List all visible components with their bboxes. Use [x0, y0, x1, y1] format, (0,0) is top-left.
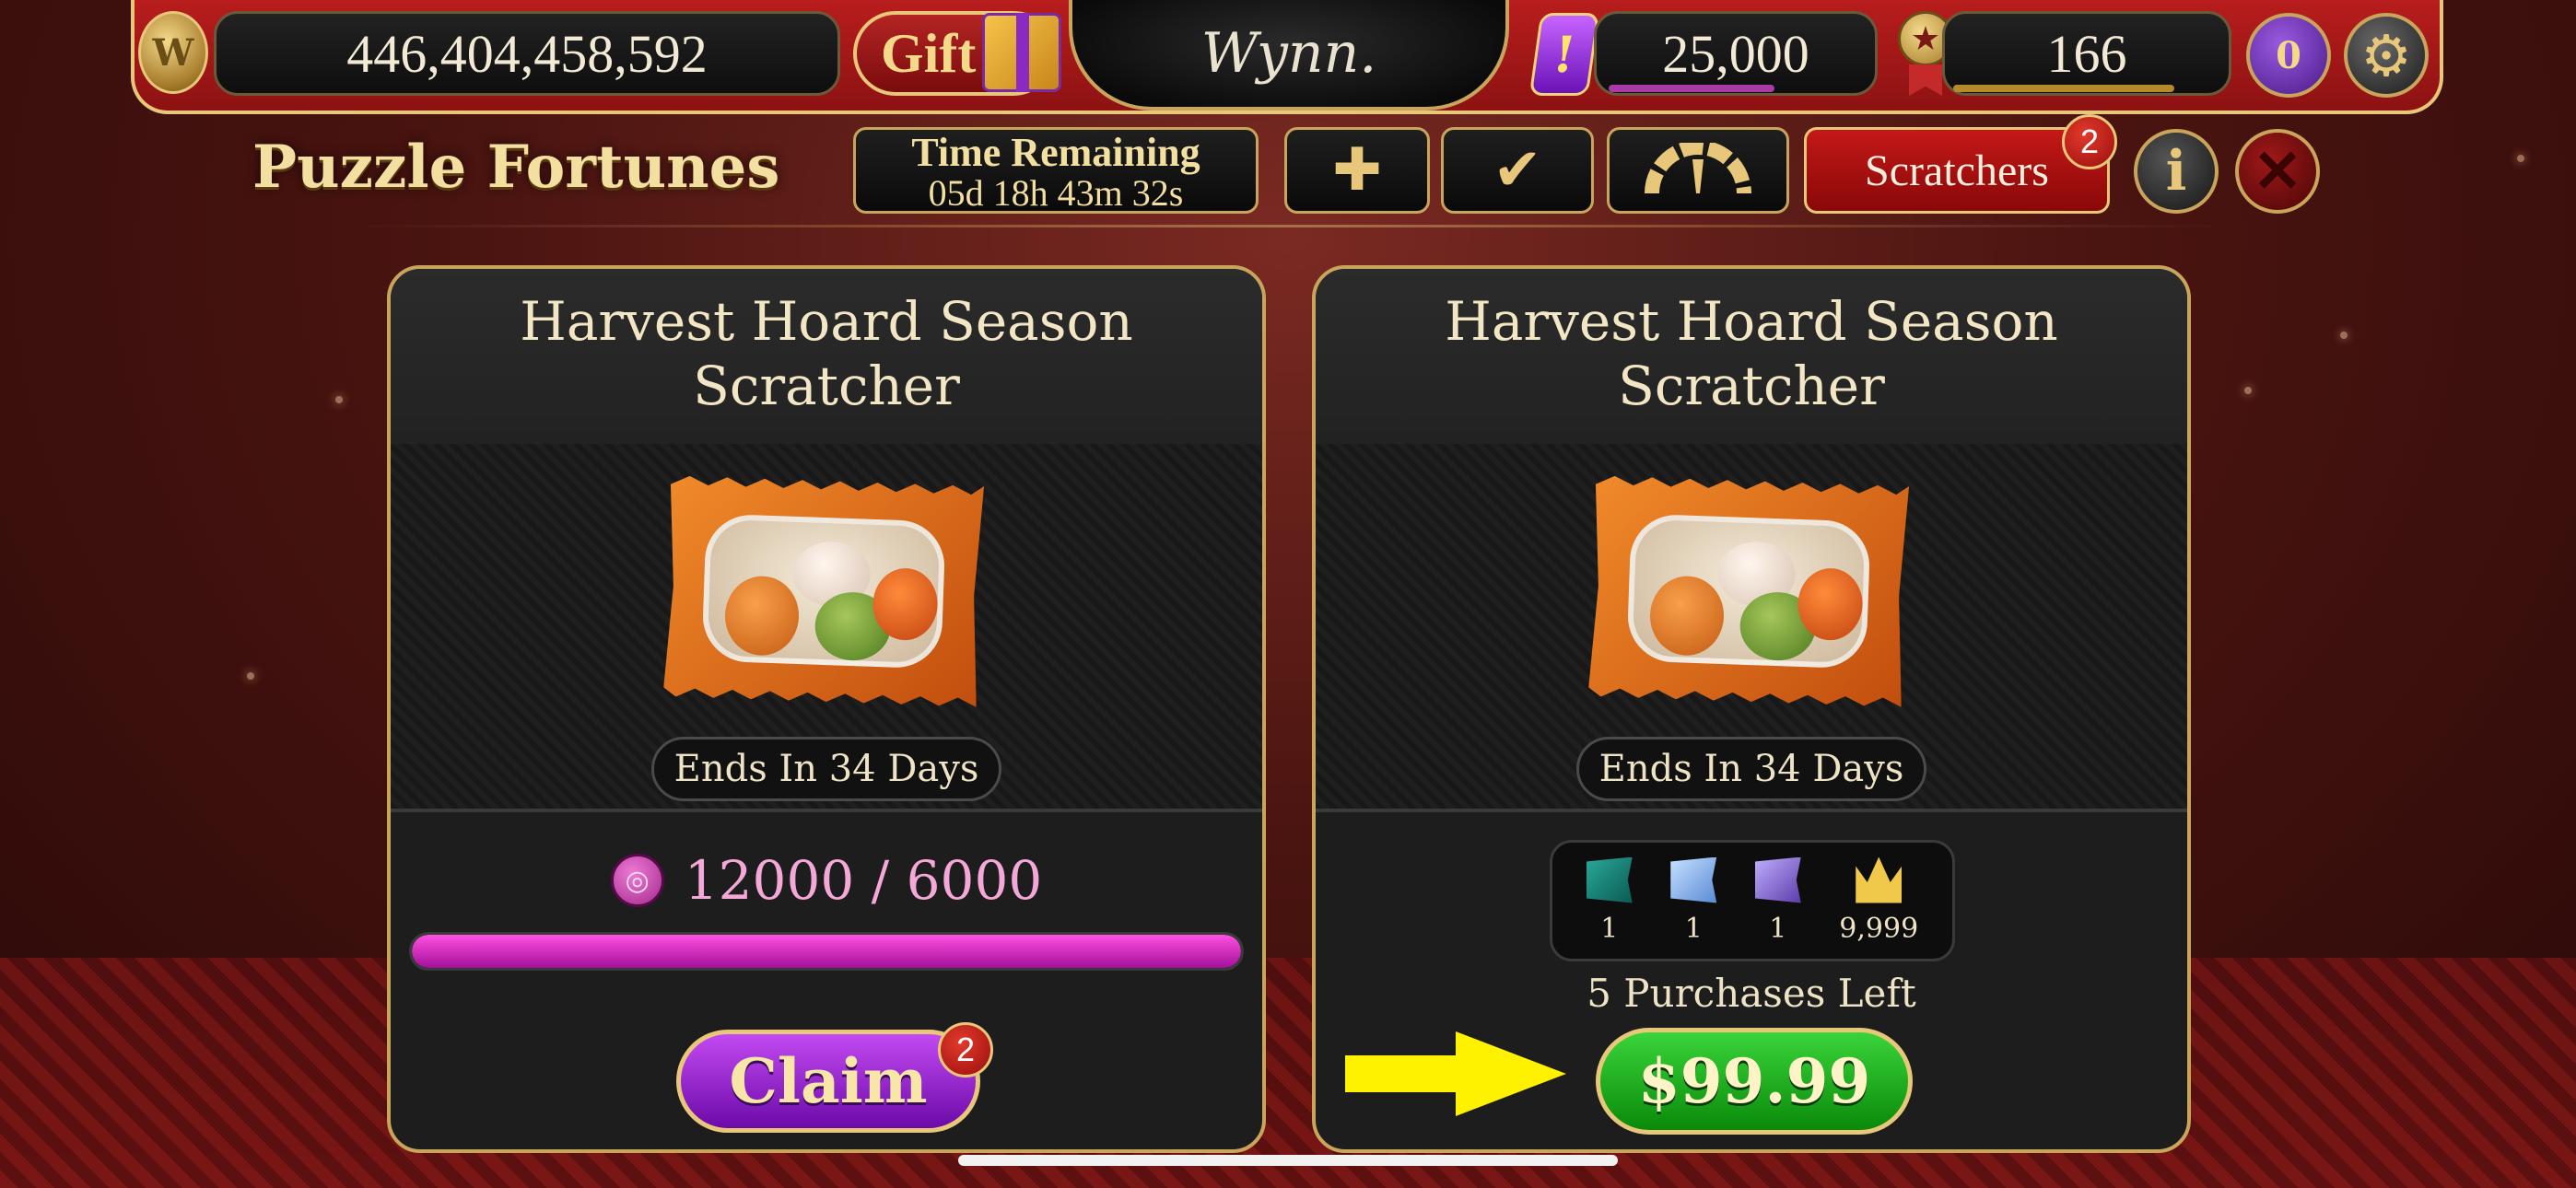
time-remaining-box: Time Remaining 05d 18h 43m 32s: [853, 127, 1259, 214]
page-title: Puzzle Fortunes: [252, 133, 780, 202]
crown-icon: [1856, 856, 1903, 903]
card-image-area: Ends In 34 Days: [391, 444, 1262, 812]
gift-box-icon: [982, 13, 1061, 92]
scratchers-label: Scratchers: [1865, 146, 2049, 195]
gem-progress-bar: [1609, 85, 1774, 92]
wynn-logo: Wynn.: [1069, 0, 1509, 111]
harvest-scratcher-ticket-icon: [1588, 475, 1909, 707]
gift-label: Gift: [881, 22, 977, 84]
coin-balance-value: 446,404,458,592: [346, 23, 708, 84]
reward-count: 9,999: [1839, 912, 1919, 945]
tab-check[interactable]: ✔: [1441, 127, 1594, 214]
reward-item: 1: [1754, 856, 1801, 945]
price-label: $99.99: [1637, 1045, 1871, 1117]
progress-bar-fill: [412, 935, 1241, 968]
sparkle: [2340, 332, 2348, 339]
vip-crown-button[interactable]: 0: [2246, 13, 2331, 98]
reward-count: 1: [1769, 912, 1787, 945]
progress-text: 12000 / 6000: [684, 849, 1043, 912]
progress-bar: [409, 932, 1244, 971]
tab-gauge[interactable]: [1607, 127, 1789, 214]
gem-balance-value: 25,000: [1662, 23, 1809, 84]
level-progress-bar: [1953, 85, 2174, 92]
gear-icon[interactable]: ⚙: [2344, 13, 2429, 98]
tab-puzzle[interactable]: ✚: [1284, 127, 1430, 214]
card-title-line1: Harvest Hoard Season: [520, 290, 1133, 353]
sparkle: [2517, 155, 2524, 162]
header-divider: [350, 225, 2230, 227]
claim-button[interactable]: Claim: [676, 1030, 980, 1133]
reward-count: 1: [1684, 912, 1703, 945]
ends-in-label: Ends In 34 Days: [1576, 737, 1926, 801]
sparkle: [247, 672, 254, 680]
info-icon[interactable]: i: [2134, 129, 2219, 214]
reward-item: 1: [1670, 856, 1717, 945]
card-title-line1: Harvest Hoard Season: [1445, 290, 2058, 353]
vip-level: 0: [2276, 33, 2301, 77]
reward-list: 1 1 1 9,999: [1550, 840, 1955, 961]
home-indicator[interactable]: [958, 1155, 1618, 1166]
card-title: Harvest Hoard Season Scratcher: [391, 269, 1262, 444]
coin-icon: W: [138, 11, 208, 94]
reward-item: 9,999: [1839, 856, 1919, 945]
sparkle: [335, 396, 343, 403]
harvest-scratcher-ticket-icon: [663, 475, 984, 707]
buy-button[interactable]: $99.99: [1596, 1028, 1913, 1135]
gem-balance[interactable]: 25,000: [1594, 11, 1878, 96]
level-value: 166: [2046, 23, 2127, 84]
gem-icon: !: [1528, 13, 1600, 96]
sparkle: [2244, 387, 2252, 394]
yellow-arrow-icon: [1345, 1031, 1566, 1116]
claim-badge: 2: [938, 1022, 993, 1077]
close-icon[interactable]: ✕: [2235, 129, 2320, 214]
time-remaining-value: 05d 18h 43m 32s: [928, 172, 1184, 214]
puzzle-piece-icon: ✚: [1332, 136, 1382, 204]
ends-in-label: Ends In 34 Days: [651, 737, 1001, 801]
purple-ticket-icon: [1754, 856, 1801, 903]
card-title: Harvest Hoard Season Scratcher: [1316, 269, 2187, 444]
card-title-line2: Scratcher: [693, 355, 960, 417]
checkmark-icon: ✔: [1493, 136, 1542, 204]
blue-ticket-icon: [1670, 856, 1717, 903]
time-remaining-label: Time Remaining: [911, 130, 1200, 175]
logo-text: Wynn.: [1200, 21, 1377, 86]
progress-counter: ◎ 12000 / 6000: [391, 844, 1262, 917]
green-ticket-icon: [1586, 856, 1633, 903]
claim-label: Claim: [729, 1045, 928, 1117]
gauge-icon: [1645, 143, 1751, 194]
card-title-line2: Scratcher: [1618, 355, 1885, 417]
scratchers-badge: 2: [2062, 114, 2117, 169]
card-image-area: Ends In 34 Days: [1316, 444, 2187, 812]
scratcher-card-purchase: Harvest Hoard Season Scratcher Ends In 3…: [1312, 265, 2191, 1153]
scratcher-card-progress: Harvest Hoard Season Scratcher Ends In 3…: [387, 265, 1266, 1153]
level-display[interactable]: 166: [1942, 11, 2231, 96]
scratch-token-icon: ◎: [610, 854, 664, 907]
reward-count: 1: [1600, 912, 1619, 945]
purchases-left: 5 Purchases Left: [1587, 971, 1916, 1016]
reward-item: 1: [1586, 856, 1633, 945]
coin-balance[interactable]: 446,404,458,592: [214, 11, 840, 96]
